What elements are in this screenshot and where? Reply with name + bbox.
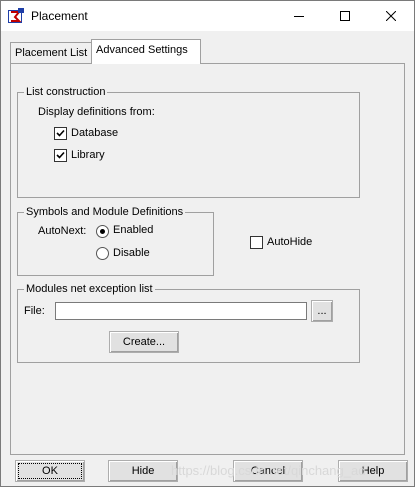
modules-net-exception-legend: Modules net exception list	[24, 282, 155, 296]
app-icon	[8, 8, 24, 24]
tab-panel-advanced-settings: List construction Display definitions fr…	[10, 63, 405, 455]
enabled-label: Enabled	[113, 224, 154, 236]
modules-net-exception-group: Modules net exception list File: ... Cre…	[17, 282, 360, 363]
window-title: Placement	[31, 9, 88, 23]
autonext-label: AutoNext:	[38, 225, 87, 237]
database-checkbox[interactable]	[54, 127, 67, 140]
tab-label: Advanced Settings	[96, 44, 188, 56]
tab-label: Placement List	[15, 47, 88, 59]
tab-advanced-settings[interactable]: Advanced Settings	[91, 39, 201, 64]
watermark-text: https://blog.csdn.net/qinchang_ad	[171, 463, 366, 478]
minimize-icon	[294, 16, 304, 17]
database-label: Database	[71, 127, 119, 139]
disable-radio[interactable]	[96, 247, 109, 260]
maximize-icon	[340, 11, 350, 21]
minimize-button[interactable]	[276, 1, 322, 31]
list-construction-legend: List construction	[24, 85, 108, 99]
create-button[interactable]: Create...	[109, 331, 179, 353]
enabled-radio[interactable]	[96, 225, 109, 238]
hide-button[interactable]: Hide	[108, 460, 178, 482]
radio-selected-dot	[100, 229, 105, 234]
placement-window: Placement Placement List Advanced Settin…	[0, 0, 415, 487]
library-checkbox[interactable]	[54, 149, 67, 162]
title-bar: Placement	[1, 1, 414, 31]
checkmark-icon	[56, 129, 65, 137]
file-label: File:	[24, 305, 45, 317]
list-construction-group: List construction Display definitions fr…	[17, 85, 360, 198]
library-label: Library	[71, 149, 105, 161]
browse-button[interactable]: ...	[311, 300, 333, 322]
symbols-module-group: Symbols and Module Definitions AutoNext:…	[17, 205, 214, 276]
disable-label: Disable	[113, 247, 150, 259]
close-button[interactable]	[368, 1, 414, 31]
checkmark-icon	[56, 151, 65, 159]
autohide-label: AutoHide	[267, 236, 313, 248]
symbols-module-legend: Symbols and Module Definitions	[24, 205, 186, 219]
close-icon	[386, 11, 396, 21]
maximize-button[interactable]	[322, 1, 368, 31]
file-input[interactable]	[55, 302, 307, 320]
tab-placement-list[interactable]: Placement List	[10, 42, 98, 64]
autohide-checkbox[interactable]	[250, 236, 263, 249]
display-definitions-label: Display definitions from:	[38, 106, 155, 118]
ok-button[interactable]: OK	[15, 460, 85, 482]
